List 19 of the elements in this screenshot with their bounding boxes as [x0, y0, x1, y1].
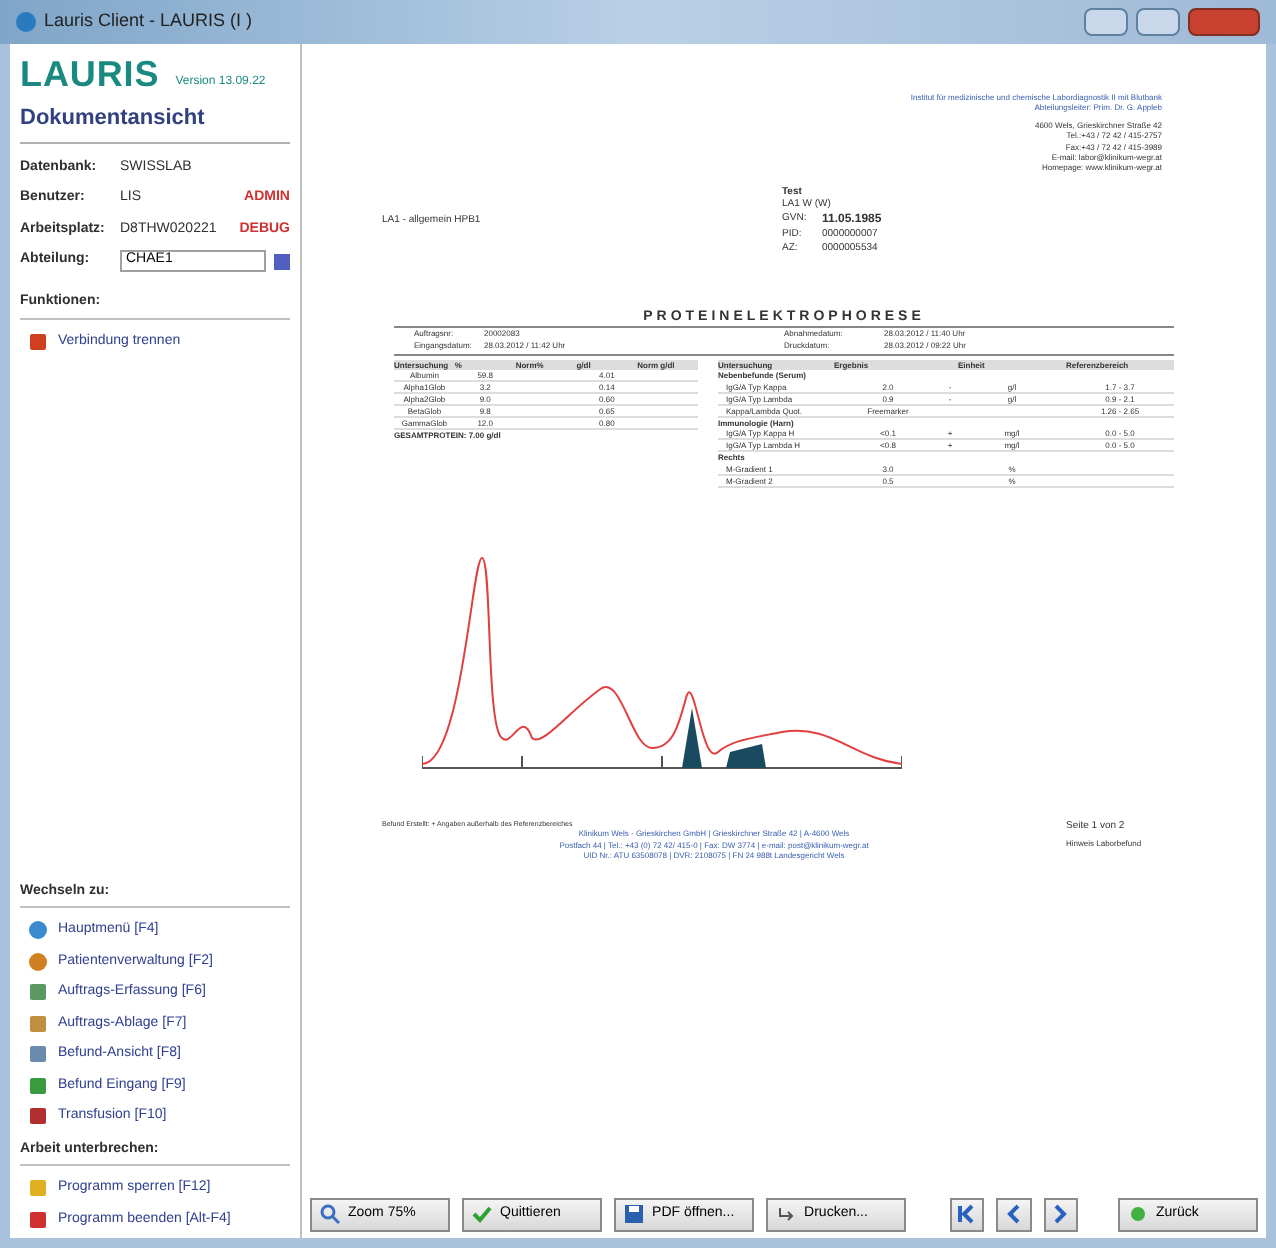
panel-heading: Dokumentansicht	[20, 102, 290, 143]
first-page-icon	[956, 1204, 977, 1224]
window-title: Lauris Client - LAURIS (I )	[44, 8, 253, 35]
back-icon	[1127, 1204, 1148, 1224]
search-icon	[320, 1204, 340, 1224]
logo: LAURIS	[20, 56, 160, 92]
save-icon	[624, 1204, 645, 1224]
arrow-icon	[776, 1204, 797, 1224]
nav-button[interactable]	[1043, 1197, 1079, 1231]
dropdown-icon[interactable]	[274, 253, 290, 269]
nav-button[interactable]	[949, 1197, 985, 1231]
minimize-button[interactable]	[1084, 8, 1128, 36]
chevron-right-icon	[1050, 1204, 1071, 1224]
close-button[interactable]	[1188, 8, 1260, 36]
chevron-left-icon	[1003, 1204, 1024, 1224]
nav-button[interactable]	[996, 1197, 1032, 1231]
check-icon	[472, 1204, 493, 1224]
maximize-button[interactable]	[1136, 8, 1180, 36]
app-icon	[16, 12, 36, 32]
